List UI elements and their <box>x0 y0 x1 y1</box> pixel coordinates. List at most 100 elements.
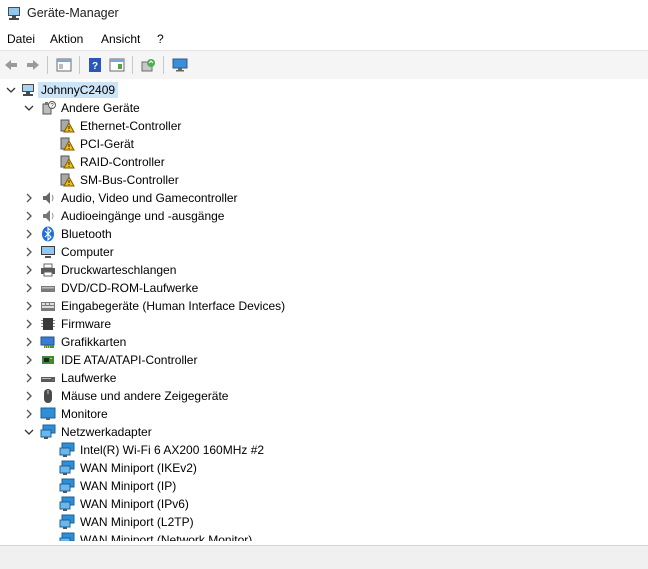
menu-aktion[interactable]: Aktion <box>50 32 83 46</box>
category-ide[interactable]: IDE ATA/ATAPI-Controller <box>0 351 640 369</box>
chip-icon <box>40 316 56 332</box>
category-label: Audioeingänge und -ausgänge <box>61 209 225 223</box>
category-other-devices[interactable]: ? Andere Geräte <box>0 99 640 117</box>
category-audio-io[interactable]: Audioeingänge und -ausgänge <box>0 207 640 225</box>
device-wan-ip[interactable]: WAN Miniport (IP) <box>0 477 640 495</box>
category-computer[interactable]: Computer <box>0 243 640 261</box>
chevron-down-icon[interactable] <box>22 101 36 115</box>
chevron-right-icon[interactable] <box>22 407 36 421</box>
drive-icon <box>40 370 56 386</box>
device-wan-l2tp[interactable]: WAN Miniport (L2TP) <box>0 513 640 531</box>
category-label: DVD/CD-ROM-Laufwerke <box>61 281 199 295</box>
device-wan-network-monitor[interactable]: WAN Miniport (Network Monitor) <box>0 531 640 541</box>
category-label: Netzwerkadapter <box>61 425 152 439</box>
category-label: Monitore <box>61 407 108 421</box>
category-label: Mäuse und andere Zeigegeräte <box>61 389 229 403</box>
svg-text:?: ? <box>92 61 98 72</box>
chevron-down-icon[interactable] <box>22 425 36 439</box>
chevron-right-icon[interactable] <box>22 263 36 277</box>
forward-arrow-icon[interactable] <box>23 55 43 75</box>
monitor-icon <box>40 406 56 422</box>
toolbar-separator <box>163 56 164 74</box>
category-audio-video[interactable]: Audio, Video und Gamecontroller <box>0 189 640 207</box>
device-label: SM-Bus-Controller <box>80 173 179 187</box>
category-mice[interactable]: Mäuse und andere Zeigegeräte <box>0 387 640 405</box>
category-dvd[interactable]: DVD/CD-ROM-Laufwerke <box>0 279 640 297</box>
device-smbus-controller[interactable]: SM-Bus-Controller <box>0 171 640 189</box>
display-adapter-icon <box>40 334 56 350</box>
mouse-icon <box>40 388 56 404</box>
warning-device-icon <box>59 154 75 170</box>
chevron-right-icon[interactable] <box>22 335 36 349</box>
menu-datei[interactable]: Datei <box>7 32 35 46</box>
category-bluetooth[interactable]: Bluetooth <box>0 225 640 243</box>
category-label: Bluetooth <box>61 227 112 241</box>
device-wifi-ax200[interactable]: Intel(R) Wi-Fi 6 AX200 160MHz #2 <box>0 441 640 459</box>
properties-icon[interactable] <box>107 55 127 75</box>
category-firmware[interactable]: Firmware <box>0 315 640 333</box>
device-label: WAN Miniport (L2TP) <box>80 515 194 529</box>
monitor-icon[interactable] <box>170 55 190 75</box>
menu-help[interactable]: ? <box>157 32 164 46</box>
scan-hardware-icon[interactable] <box>138 55 158 75</box>
menu-bar: Datei Aktion Ansicht ? <box>0 28 648 50</box>
warning-device-icon <box>59 172 75 188</box>
chevron-right-icon[interactable] <box>22 227 36 241</box>
device-label: RAID-Controller <box>80 155 165 169</box>
back-arrow-icon[interactable] <box>1 55 21 75</box>
chevron-down-icon[interactable] <box>4 83 18 97</box>
dvd-drive-icon <box>40 280 56 296</box>
device-label: Ethernet-Controller <box>80 119 182 133</box>
network-adapter-icon <box>59 442 75 458</box>
device-label: PCI-Gerät <box>80 137 135 151</box>
chevron-right-icon[interactable] <box>22 281 36 295</box>
status-bar <box>0 545 648 569</box>
category-label: IDE ATA/ATAPI-Controller <box>61 353 198 367</box>
chevron-right-icon[interactable] <box>22 389 36 403</box>
ide-controller-icon <box>40 352 56 368</box>
device-ethernet-controller[interactable]: Ethernet-Controller <box>0 117 640 135</box>
device-pci[interactable]: PCI-Gerät <box>0 135 640 153</box>
device-label: Intel(R) Wi-Fi 6 AX200 160MHz #2 <box>80 443 265 457</box>
computer-icon <box>20 82 36 98</box>
category-monitors[interactable]: Monitore <box>0 405 640 423</box>
device-label: WAN Miniport (IP) <box>80 479 177 493</box>
device-raid-controller[interactable]: RAID-Controller <box>0 153 640 171</box>
show-hide-console-tree-icon[interactable] <box>54 55 74 75</box>
category-label: Laufwerke <box>61 371 117 385</box>
category-drives[interactable]: Laufwerke <box>0 369 640 387</box>
category-print-queues[interactable]: Druckwarteschlangen <box>0 261 640 279</box>
device-wan-ikev2[interactable]: WAN Miniport (IKEv2) <box>0 459 640 477</box>
help-icon[interactable]: ? <box>85 55 105 75</box>
category-label: Grafikkarten <box>61 335 127 349</box>
unknown-device-icon: ? <box>40 100 56 116</box>
network-adapter-icon <box>59 532 75 541</box>
printer-icon <box>40 262 56 278</box>
title-bar: Geräte-Manager <box>0 0 648 28</box>
category-hid[interactable]: Eingabegeräte (Human Interface Devices) <box>0 297 640 315</box>
chevron-right-icon[interactable] <box>22 209 36 223</box>
tree-root[interactable]: JohnnyC2409 <box>0 81 640 99</box>
chevron-right-icon[interactable] <box>22 299 36 313</box>
menu-ansicht[interactable]: Ansicht <box>101 32 140 46</box>
category-display-adapters[interactable]: Grafikkarten <box>0 333 640 351</box>
chevron-right-icon[interactable] <box>22 353 36 367</box>
chevron-right-icon[interactable] <box>22 245 36 259</box>
chevron-right-icon[interactable] <box>22 371 36 385</box>
root-label: JohnnyC2409 <box>38 82 119 98</box>
computer-icon <box>40 244 56 260</box>
hid-icon <box>40 298 56 314</box>
category-label: Eingabegeräte (Human Interface Devices) <box>61 299 286 313</box>
network-adapter-icon <box>59 478 75 494</box>
category-network-adapters[interactable]: Netzwerkadapter <box>0 423 640 441</box>
category-label: Firmware <box>61 317 111 331</box>
device-wan-ipv6[interactable]: WAN Miniport (IPv6) <box>0 495 640 513</box>
category-label: Andere Geräte <box>61 101 140 115</box>
toolbar: ? <box>0 50 648 80</box>
device-tree[interactable]: JohnnyC2409 ? Andere Geräte Ethernet-Con… <box>0 79 648 541</box>
toolbar-separator <box>47 56 48 74</box>
chevron-right-icon[interactable] <box>22 191 36 205</box>
device-label: WAN Miniport (Network Monitor) <box>80 533 253 541</box>
chevron-right-icon[interactable] <box>22 317 36 331</box>
warning-device-icon <box>59 136 75 152</box>
